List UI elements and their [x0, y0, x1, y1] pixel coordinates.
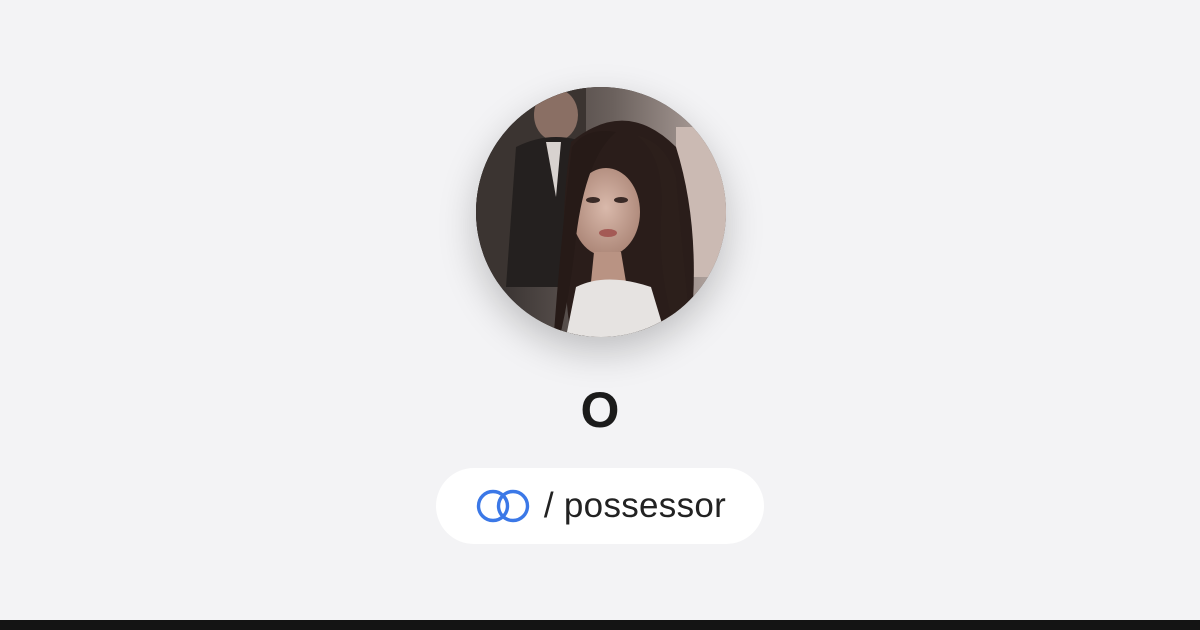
- display-name: O: [580, 382, 620, 438]
- handle-text: / possessor: [543, 486, 727, 525]
- avatar: [476, 87, 726, 337]
- handle-pill[interactable]: / possessor: [436, 468, 764, 544]
- linked-rings-icon: [474, 488, 532, 524]
- profile-card: O / possessor: [0, 0, 1200, 620]
- avatar-photo: [476, 87, 726, 337]
- bottom-bar: [0, 620, 1200, 630]
